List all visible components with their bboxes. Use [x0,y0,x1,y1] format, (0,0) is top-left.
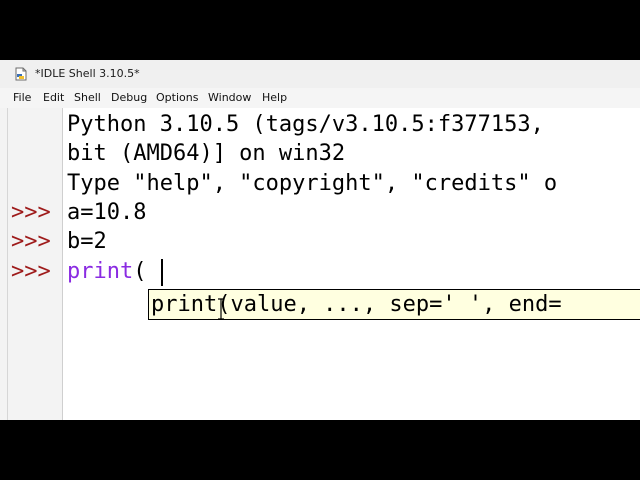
menu-help[interactable]: Help [262,91,287,104]
prompt-1: >>> [11,200,51,225]
menu-file[interactable]: File [13,91,31,104]
window-left-border [7,108,8,420]
menu-bar: File Edit Shell Debug Options Window Hel… [0,88,640,108]
prompt-2: >>> [11,229,51,254]
banner-line-1: Python 3.10.5 (tags/v3.10.5:f377153, [67,112,544,137]
builtin-print: print [67,259,134,284]
menu-shell[interactable]: Shell [74,91,101,104]
menu-edit[interactable]: Edit [43,91,64,104]
command-line-1: a=10.8 [67,200,147,225]
idle-shell-window: *IDLE Shell 3.10.5* File Edit Shell Debu… [0,60,640,420]
title-bar[interactable]: *IDLE Shell 3.10.5* [0,60,640,88]
window-title: *IDLE Shell 3.10.5* [35,67,140,80]
ibeam-pointer-icon [217,298,225,320]
prompt-3: >>> [11,259,51,284]
menu-options[interactable]: Options [156,91,198,104]
idle-file-icon [14,66,28,81]
menu-debug[interactable]: Debug [111,91,147,104]
gutter-divider [62,108,63,420]
banner-line-2: bit (AMD64)] on win32 [67,141,346,166]
text-cursor [161,259,163,286]
calltip-text: print(value, ..., sep=' ', end= [151,292,562,317]
menu-window[interactable]: Window [208,91,251,104]
open-paren: ( [133,259,147,284]
command-line-3[interactable]: print( [67,257,146,286]
command-line-2: b=2 [67,229,107,254]
banner-line-3: Type "help", "copyright", "credits" o [67,171,558,196]
